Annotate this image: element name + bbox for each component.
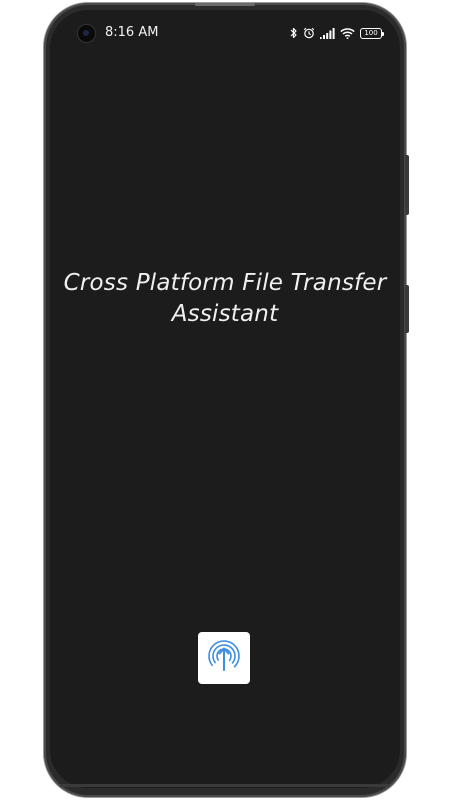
signal-icon [320, 27, 335, 39]
battery-icon: 100 [360, 27, 384, 39]
app-title-line-1: Cross Platform File Transfer [63, 270, 387, 296]
app-logo [198, 632, 250, 684]
status-icons: 100 [290, 24, 384, 42]
app-title-line-2: Assistant [171, 301, 279, 327]
bluetooth-icon [290, 27, 298, 39]
upload-cloud-icon [202, 634, 246, 683]
camera-icon [78, 25, 95, 42]
splash-screen: 8:16 AM 100 Cross Platform File Transfer… [50, 10, 400, 788]
volume-button [405, 155, 409, 215]
wifi-icon [340, 27, 355, 39]
phone-speaker-grille [195, 3, 255, 6]
status-bar: 8:16 AM 100 [50, 10, 400, 54]
power-button [405, 285, 409, 333]
phone-bottom-edge [60, 784, 390, 787]
alarm-icon [303, 27, 315, 39]
app-title: Cross Platform File Transfer Assistant [50, 268, 400, 330]
status-time: 8:16 AM [105, 25, 159, 40]
